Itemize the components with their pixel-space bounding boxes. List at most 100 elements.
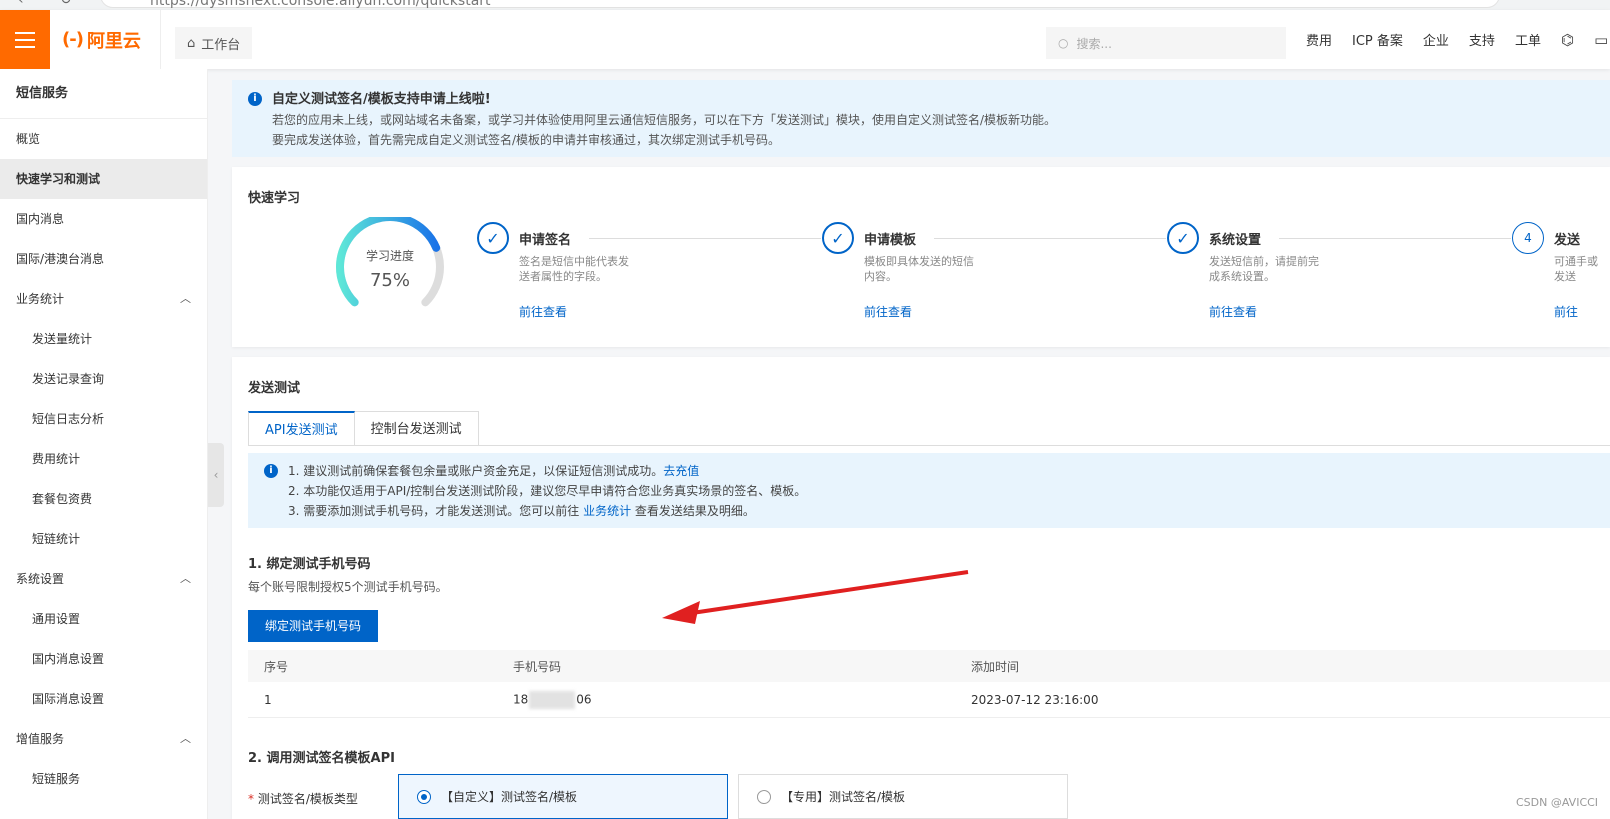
- step-desc: 发送短信前，请提前完成系统设置。: [1209, 255, 1319, 283]
- address-bar-url[interactable]: https://dysmsnext.console.aliyun.com/qui…: [150, 0, 491, 9]
- sidebar-item-overview[interactable]: 概览: [0, 119, 207, 159]
- home-icon: ⌂: [187, 35, 196, 51]
- search-icon: ○: [1058, 36, 1069, 50]
- nav-support[interactable]: 支持: [1469, 30, 1495, 49]
- sidebar-item-domestic-settings[interactable]: 国内消息设置: [0, 639, 207, 679]
- sidebar-group-settings[interactable]: 系统设置 ︿: [0, 559, 207, 599]
- sidebar-item-shortlink-stats[interactable]: 短链统计: [0, 519, 207, 559]
- nav-enterprise[interactable]: 企业: [1423, 30, 1449, 49]
- info-icon: i: [248, 92, 262, 106]
- table-row: 1 18 06 2023-07-12 23:16:00: [248, 682, 1610, 718]
- step-link[interactable]: 前往: [1554, 303, 1578, 320]
- step-link[interactable]: 前往查看: [1209, 303, 1257, 320]
- sidebar-item-international[interactable]: 国际/港澳台消息: [0, 239, 207, 279]
- step-desc: 可通手或发送: [1554, 255, 1598, 283]
- watermark: CSDN @AVICCI: [1516, 796, 1599, 809]
- refresh-icon[interactable]: ↻: [60, 0, 72, 8]
- sidebar-item-shortlink-service[interactable]: 短链服务: [0, 759, 207, 799]
- check-icon: ✓: [1167, 222, 1199, 254]
- api-icon[interactable]: ⌬: [1561, 31, 1574, 49]
- step-desc: 模板即具体发送的短信内容。: [864, 255, 974, 283]
- sidebar-item-packages[interactable]: 套餐包资费: [0, 479, 207, 519]
- sidebar-item-label: 国内消息: [16, 212, 65, 226]
- col-index: 序号: [264, 659, 289, 674]
- template-type-label: * 测试签名/模板类型: [248, 790, 358, 807]
- redaction-blur: [529, 690, 576, 709]
- sidebar-item-cost-stats[interactable]: 费用统计: [0, 439, 207, 479]
- statistics-link[interactable]: 业务统计: [583, 504, 631, 518]
- step-connector: [934, 238, 1166, 239]
- top-navbar: (-) 阿里云 ⌂ 工作台 ○ 搜索... 费用 ICP 备案 企业 支持 工单…: [0, 10, 1610, 69]
- field-label-text: 测试签名/模板类型: [257, 792, 358, 806]
- sidebar-item-label: 费用统计: [32, 452, 81, 466]
- sidebar: 短信服务 概览 快速学习和测试 国内消息 国际/港澳台消息 业务统计 ︿ 发送量统…: [0, 69, 208, 819]
- tips-banner: i 1. 建议测试前确保套餐包余量或账户资金充足，以保证短信测试成功。去充值 2…: [248, 453, 1610, 528]
- step-connector: [589, 238, 821, 239]
- nav-ticket[interactable]: 工单: [1515, 30, 1541, 49]
- aliyun-logo[interactable]: (-) 阿里云: [62, 10, 141, 69]
- back-icon[interactable]: ‹: [18, 0, 24, 8]
- quick-learn-title: 快速学习: [248, 191, 301, 206]
- sidebar-item-log-analysis[interactable]: 短信日志分析: [0, 399, 207, 439]
- sidebar-item-domestic[interactable]: 国内消息: [0, 199, 207, 239]
- sidebar-item-label: 国内消息设置: [32, 652, 105, 666]
- chevron-left-icon: ‹: [213, 468, 219, 482]
- sidebar-group-value-added[interactable]: 增值服务 ︿: [0, 719, 207, 759]
- bind-section-title: 1. 绑定测试手机号码: [248, 557, 371, 572]
- table-header: 序号 手机号码 添加时间: [248, 650, 1610, 682]
- sidebar-item-label: 短链服务: [32, 772, 81, 786]
- step-name: 发送: [1554, 233, 1581, 248]
- sidebar-item-label: 国际/港澳台消息: [16, 252, 105, 266]
- tab-api-test[interactable]: API发送测试: [248, 411, 355, 446]
- step-link[interactable]: 前往查看: [864, 303, 912, 320]
- annotation-arrow: [662, 570, 969, 624]
- option-dedicated[interactable]: 【专用】测试签名/模板: [738, 774, 1068, 819]
- sidebar-item-send-volume[interactable]: 发送量统计: [0, 319, 207, 359]
- step-link[interactable]: 前往查看: [519, 303, 567, 320]
- option-custom[interactable]: 【自定义】测试签名/模板: [398, 774, 728, 819]
- tab-divider: [248, 445, 1610, 446]
- sidebar-item-label: 国际消息设置: [32, 692, 105, 706]
- sidebar-collapse-handle[interactable]: ‹: [208, 443, 224, 507]
- top-nav: 费用 ICP 备案 企业 支持 工单 ⌬ ▭: [1306, 10, 1608, 69]
- search-input[interactable]: ○ 搜索...: [1046, 27, 1286, 59]
- nav-icp[interactable]: ICP 备案: [1352, 30, 1403, 49]
- tip-text: 3. 需要添加测试手机号码，才能发送测试。您可以前往: [288, 504, 584, 518]
- recharge-link[interactable]: 去充值: [663, 464, 699, 478]
- sidebar-item-send-records[interactable]: 发送记录查询: [0, 359, 207, 399]
- main-content: i 自定义测试签名/模板支持申请上线啦! 若您的应用未上线，或网站域名未备案，或…: [224, 69, 1610, 819]
- workbench-button[interactable]: ⌂ 工作台: [175, 27, 253, 59]
- col-phone: 手机号码: [513, 659, 562, 674]
- nav-fees[interactable]: 费用: [1306, 30, 1332, 49]
- sidebar-group-statistics[interactable]: 业务统计 ︿: [0, 279, 207, 319]
- cell-index: 1: [264, 692, 272, 707]
- phone-prefix: 18: [513, 692, 529, 706]
- bind-section-subtitle: 每个账号限制授权5个测试手机号码。: [248, 580, 448, 594]
- sidebar-item-international-settings[interactable]: 国际消息设置: [0, 679, 207, 719]
- divider: [160, 10, 161, 69]
- sidebar-item-general-settings[interactable]: 通用设置: [0, 599, 207, 639]
- logo-mark-icon: (-): [62, 29, 84, 50]
- radio-unchecked-icon: [757, 789, 771, 804]
- terminal-icon[interactable]: ▭: [1594, 31, 1608, 49]
- sidebar-item-label: 通用设置: [32, 612, 81, 626]
- sidebar-item-label: 概览: [16, 132, 41, 146]
- sidebar-item-quickstart[interactable]: 快速学习和测试: [0, 159, 207, 199]
- sidebar-item-label: 短信日志分析: [32, 412, 105, 426]
- bind-phone-button[interactable]: 绑定测试手机号码: [248, 610, 378, 642]
- phone-suffix: 06: [576, 692, 592, 706]
- cell-phone: 18 06: [503, 690, 971, 709]
- sidebar-item-label: 系统设置: [16, 572, 65, 586]
- announcement-banner: i 自定义测试签名/模板支持申请上线啦! 若您的应用未上线，或网站域名未备案，或…: [232, 80, 1610, 157]
- search-placeholder: 搜索...: [1076, 36, 1112, 51]
- announcement-line: 若您的应用未上线，或网站域名未备案，或学习并体验使用阿里云通信短信服务，可以在下…: [272, 113, 1057, 127]
- check-icon: ✓: [822, 222, 854, 254]
- required-mark: *: [248, 792, 254, 806]
- tip-line: 2. 本功能仅适用于API/控制台发送测试阶段，建议您尽早申请符合您业务真实场景…: [288, 484, 807, 498]
- col-time: 添加时间: [971, 659, 1020, 674]
- menu-icon[interactable]: [0, 10, 50, 69]
- cell-time: 2023-07-12 23:16:00: [971, 692, 1099, 707]
- sidebar-item-label: 快速学习和测试: [16, 172, 101, 186]
- sidebar-item-label: 业务统计: [16, 292, 65, 306]
- tab-console-test[interactable]: 控制台发送测试: [354, 411, 479, 446]
